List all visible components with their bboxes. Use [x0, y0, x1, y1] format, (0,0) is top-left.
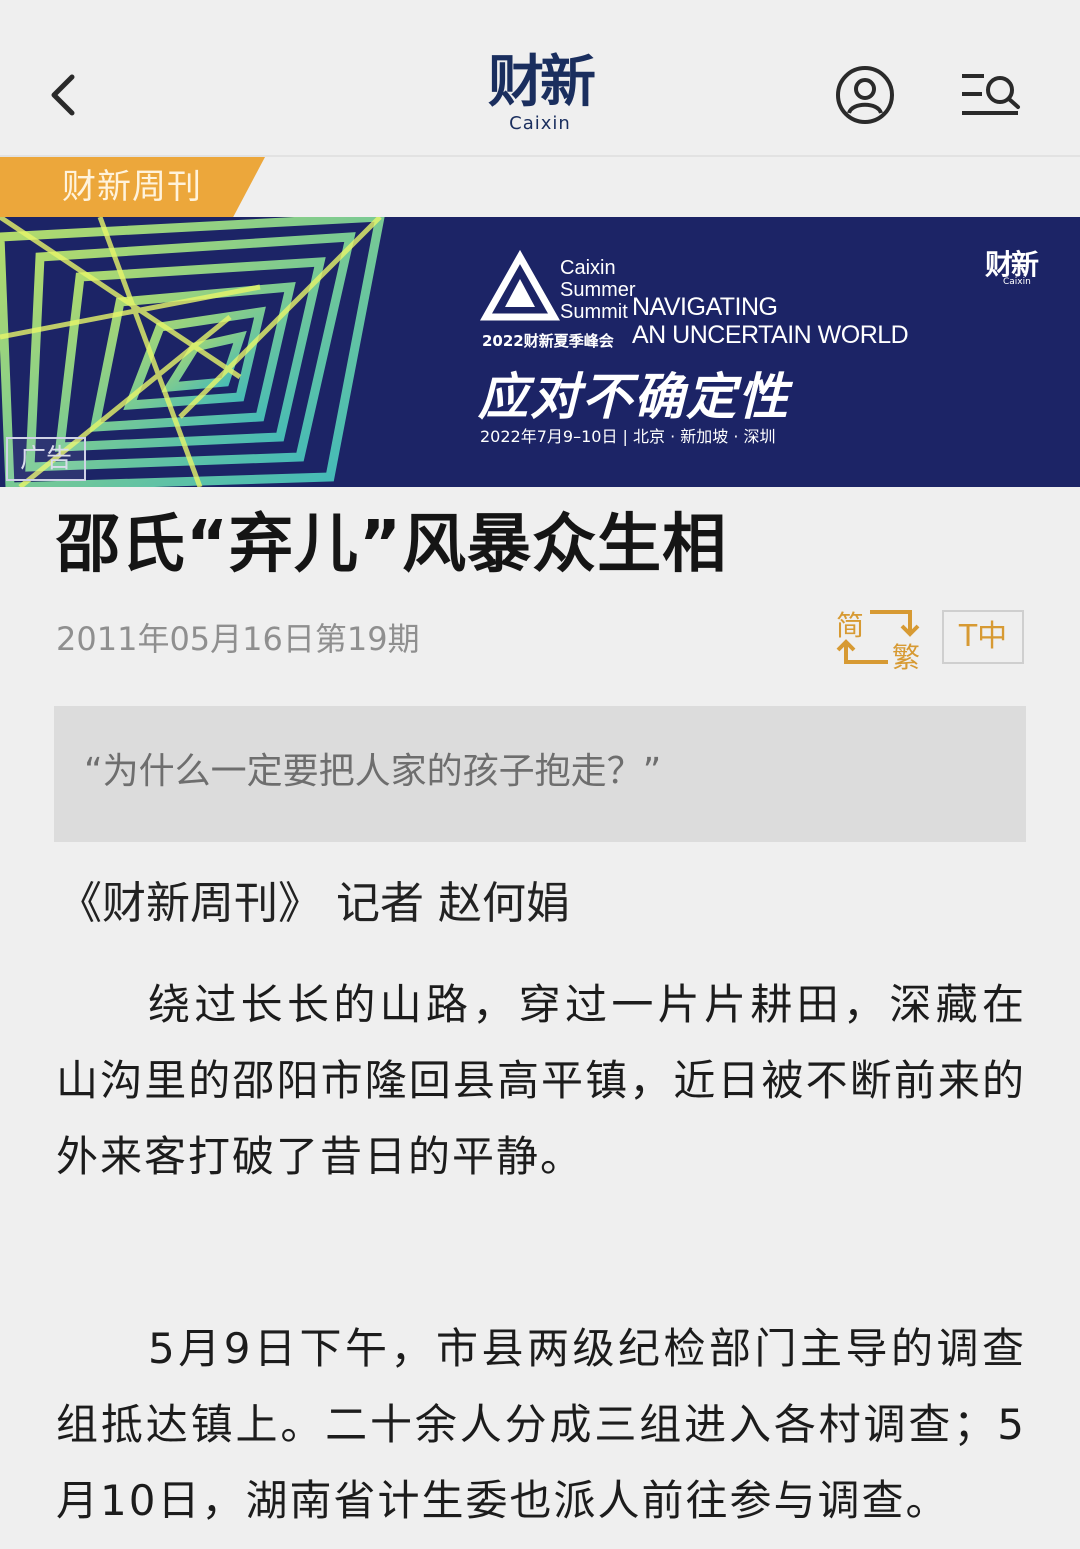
- article-title: 邵氏“弃儿”风暴众生相: [56, 508, 728, 582]
- banner-tagline-line2: AN UNCERTAIN WORLD: [632, 321, 909, 349]
- chevron-left-icon: [51, 74, 75, 116]
- ad-label-badge: 广告: [6, 437, 86, 481]
- user-profile-button[interactable]: [834, 64, 896, 126]
- logo-en-text: Caixin: [509, 113, 571, 134]
- banner-headline: 应对不确定性: [478, 368, 790, 426]
- menu-search-icon: [962, 74, 1020, 115]
- banner-logo-en: Caixin: [1003, 277, 1031, 287]
- user-icon: [836, 66, 894, 124]
- back-button[interactable]: [42, 65, 92, 125]
- ad-banner[interactable]: 财新 Caixin Caixin Summer Summit 2022财新夏季峰…: [0, 217, 1080, 487]
- banner-date-location: 2022年7月9–10日 | 北京 · 新加坡 · 深圳: [480, 427, 776, 446]
- summit-name: Caixin Summer Summit: [560, 257, 636, 323]
- banner-tagline-line1: NAVIGATING: [632, 293, 778, 321]
- menu-search-button[interactable]: [958, 70, 1022, 120]
- section-tag[interactable]: 财新周刊: [0, 157, 265, 217]
- simplified-traditional-toggle[interactable]: 简 繁: [832, 604, 924, 674]
- convert-traditional-label: 繁: [892, 641, 921, 674]
- font-size-button[interactable]: T中: [942, 610, 1024, 664]
- summit-cn-name: 2022财新夏季峰会: [482, 332, 614, 350]
- article-paragraph: 5月9日下午，市县两级纪检部门主导的调查组抵达镇上。二十余人分成三组进入各村调查…: [56, 1324, 1026, 1525]
- caixin-logo[interactable]: 财新 Caixin: [440, 52, 640, 134]
- top-nav-bar: 财新 Caixin: [0, 0, 1080, 157]
- article-paragraph: 绕过长长的山路，穿过一片片耕田，深藏在山沟里的邵阳市隆回县高平镇，近日被不断前来…: [56, 980, 1026, 1181]
- article-summary: “为什么一定要把人家的孩子抱走？”: [54, 706, 1026, 842]
- article-byline: 《财新周刊》 记者 赵何娟: [58, 878, 570, 929]
- logo-cn-text: 财新: [488, 50, 596, 115]
- section-tag-label: 财新周刊: [62, 167, 202, 207]
- convert-simplified-label: 简: [836, 609, 865, 642]
- article-date-issue: 2011年05月16日第19期: [56, 620, 420, 658]
